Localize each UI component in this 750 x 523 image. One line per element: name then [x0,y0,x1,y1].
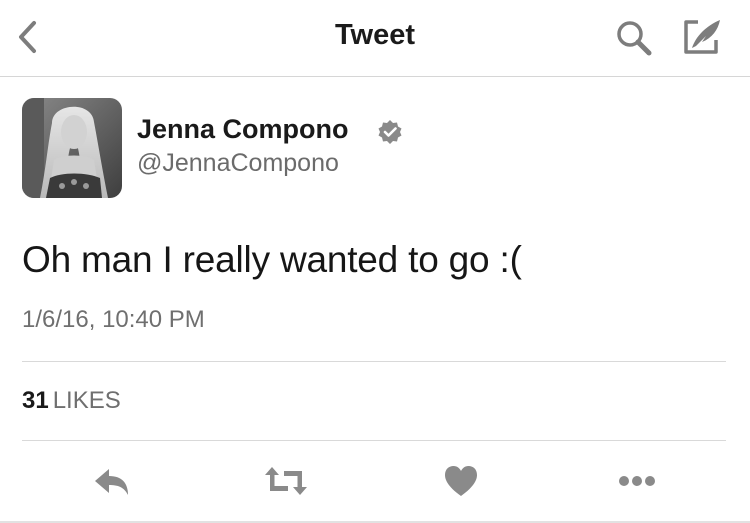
tweet-text: Oh man I really wanted to go :( [22,239,522,280]
like-button[interactable] [436,461,486,501]
heart-icon [445,466,477,496]
tweet-timestamp: 1/6/16, 10:40 PM [22,306,205,333]
author-name[interactable]: Jenna Compono [137,114,349,145]
likes-label: LIKES [52,387,121,414]
reply-icon [95,469,128,495]
retweet-icon [265,467,307,495]
reply-button[interactable] [90,461,140,501]
divider [22,440,726,441]
retweet-button[interactable] [261,461,311,501]
search-button[interactable] [612,16,658,60]
divider [22,361,726,362]
more-icon [619,476,655,486]
avatar-photo [22,98,122,198]
author-handle[interactable]: @JennaCompono [137,149,339,178]
compose-icon [684,20,720,54]
likes-summary[interactable]: 31 LIKES [22,387,121,415]
more-button[interactable] [612,461,662,501]
avatar[interactable] [22,98,122,198]
compose-button[interactable] [680,16,726,60]
verified-badge-icon [378,120,402,144]
search-icon [617,21,652,56]
navigation-bar: Tweet [0,0,750,77]
likes-count: 31 [22,387,49,414]
